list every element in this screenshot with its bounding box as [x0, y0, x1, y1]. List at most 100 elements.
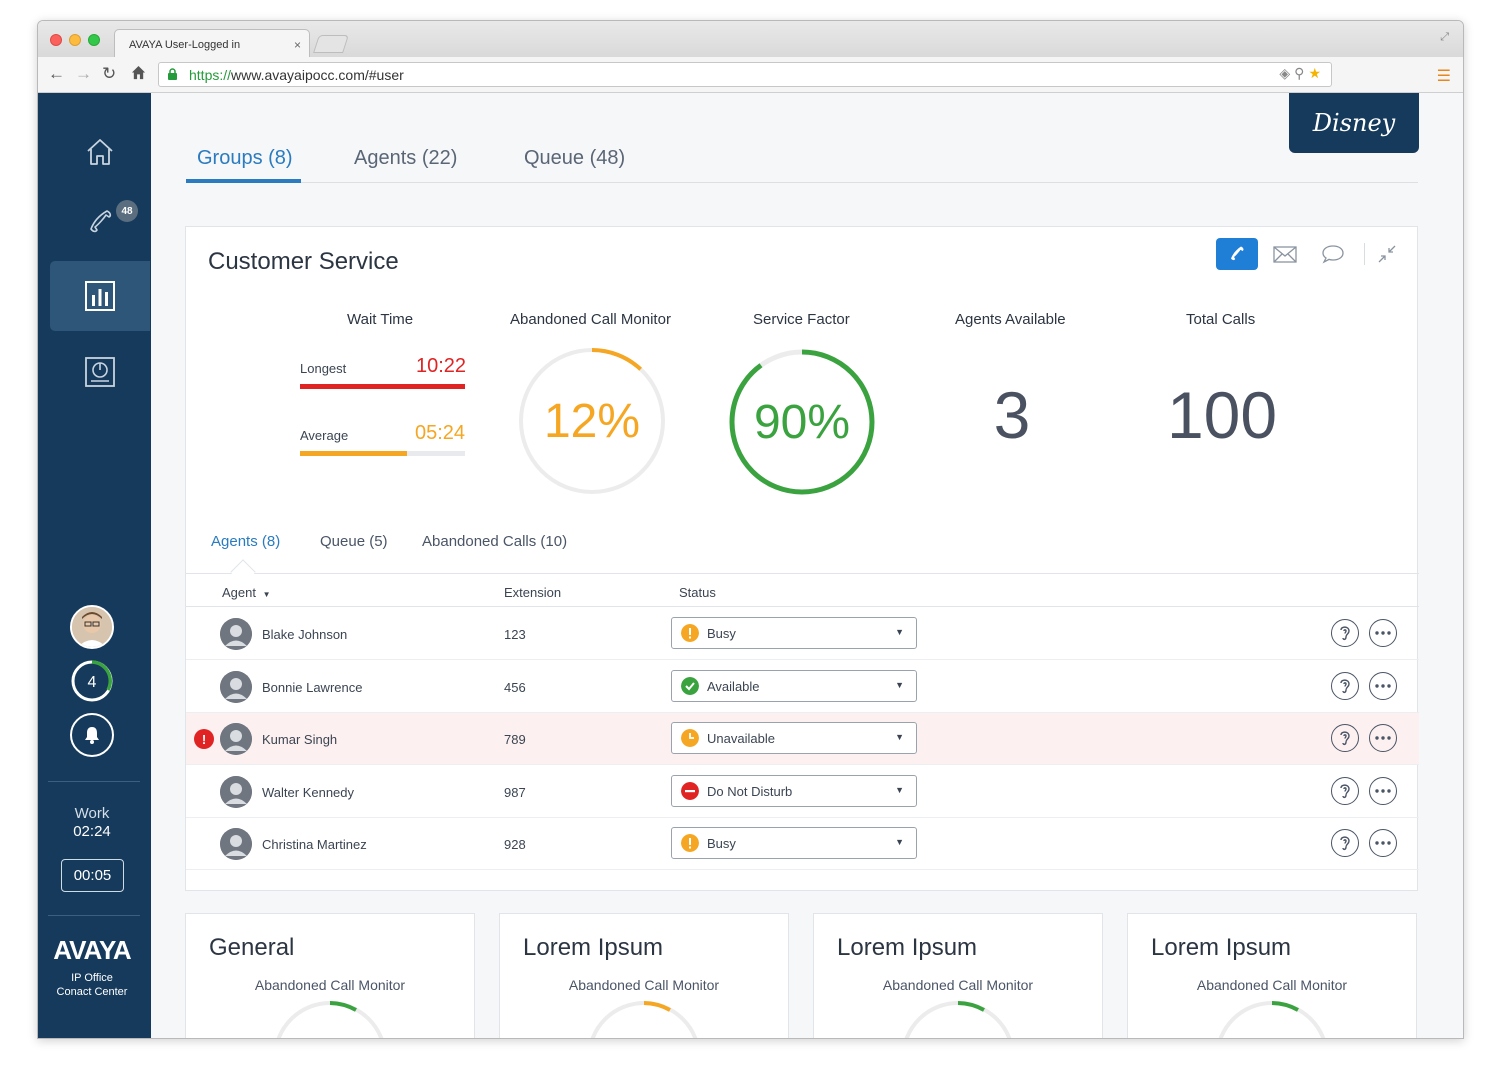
listen-button[interactable] — [1331, 829, 1359, 857]
home-browser-icon[interactable] — [131, 65, 146, 85]
home-icon — [87, 139, 113, 165]
service-factor-gauge: 90% — [729, 349, 875, 495]
subtab-queue[interactable]: Queue (5) — [320, 533, 388, 550]
zoom-icon[interactable]: ⚲ — [1294, 65, 1308, 81]
customer-service-card: Customer Service Wait Time Longest 10:22… — [185, 226, 1419, 891]
reload-icon[interactable]: ↻ — [102, 64, 116, 84]
tab-close-icon[interactable]: × — [294, 38, 301, 52]
listen-button[interactable] — [1331, 619, 1359, 647]
more-icon — [1375, 841, 1391, 845]
back-icon[interactable]: ← — [48, 64, 65, 84]
abandoned-label: Abandoned Call Monitor — [510, 311, 671, 328]
subtab-abandoned-calls[interactable]: Abandoned Calls (10) — [422, 533, 567, 550]
address-bar[interactable]: https://www.avayaipocc.com/#user ◈⚲★ — [158, 62, 1332, 87]
agent-avatar — [220, 828, 252, 860]
bell-icon — [85, 727, 99, 744]
listen-button[interactable] — [1331, 776, 1359, 805]
listen-icon — [1340, 678, 1350, 693]
listen-icon — [1340, 731, 1350, 746]
brand-logo: Disney — [1289, 93, 1419, 153]
queue-ring-indicator[interactable]: 4 — [70, 659, 114, 703]
sidebar-divider — [48, 781, 140, 782]
alert-icon: ! — [194, 729, 214, 749]
maximize-window-button[interactable] — [88, 34, 100, 46]
status-dropdown[interactable]: Do Not Disturb ▼ — [671, 774, 917, 807]
wait-time-label: Wait Time — [347, 311, 414, 328]
group-card-gauge — [276, 1001, 384, 1038]
listen-button[interactable] — [1331, 671, 1359, 700]
agent-avatar — [220, 618, 252, 650]
card-toolbar — [1210, 238, 1399, 270]
listen-button[interactable] — [1331, 724, 1359, 752]
more-options-button[interactable] — [1369, 619, 1397, 647]
app-sidebar: 48 4 Work 02:24 00:05 AVAYA IP Office Co… — [38, 93, 151, 1038]
status-dropdown[interactable]: Busy ▼ — [671, 827, 917, 859]
agent-extension: 456 — [504, 679, 526, 695]
close-window-button[interactable] — [50, 34, 62, 46]
sidebar-home[interactable] — [50, 117, 150, 187]
tab-groups[interactable]: Groups (8) — [197, 147, 293, 180]
sidebar-divider — [48, 915, 140, 916]
product-name: IP Office Conact Center — [38, 971, 146, 999]
active-subtab-notch — [230, 559, 256, 585]
agent-name: Bonnie Lawrence — [262, 679, 363, 695]
column-agent[interactable]: Agent ▼ — [222, 585, 271, 600]
status-dropdown[interactable]: Unavailable ▼ — [671, 722, 917, 754]
sidebar-dashboard[interactable] — [50, 261, 150, 331]
group-card-title: Lorem Ipsum — [523, 934, 664, 961]
browser-menu-icon[interactable]: ☰ — [1437, 66, 1451, 86]
group-summary-card[interactable]: Lorem Ipsum Abandoned Call Monitor — [813, 913, 1103, 1038]
status-value: Busy — [707, 626, 736, 641]
sidebar-reports[interactable] — [50, 337, 150, 407]
fullscreen-icon[interactable]: ⤢ — [1440, 31, 1449, 44]
chat-channel-button[interactable] — [1312, 238, 1354, 270]
agent-extension: 987 — [504, 784, 526, 800]
collapse-card-button[interactable] — [1375, 238, 1399, 270]
phone-channel-button[interactable] — [1216, 238, 1258, 270]
agent-name: Christina Martinez — [262, 837, 367, 852]
email-channel-button[interactable] — [1264, 238, 1306, 270]
group-summary-card[interactable]: General Abandoned Call Monitor — [185, 913, 475, 1038]
status-dropdown[interactable]: Available ▼ — [671, 669, 917, 702]
main-content: Groups (8) Agents (22) Queue (48) Disney… — [151, 93, 1463, 1038]
chat-icon — [1322, 245, 1344, 264]
status-dropdown[interactable]: Busy ▼ — [671, 617, 917, 649]
tab-queue[interactable]: Queue (48) — [524, 147, 625, 180]
minimize-window-button[interactable] — [69, 34, 81, 46]
user-avatar[interactable] — [70, 605, 114, 649]
group-card-title: Lorem Ipsum — [1151, 934, 1292, 961]
more-icon — [1375, 736, 1391, 740]
browser-tab[interactable]: AVAYA User-Logged in × — [114, 29, 310, 58]
top-tabs: Groups (8) Agents (22) Queue (48) — [186, 93, 1418, 183]
more-options-button[interactable] — [1369, 829, 1397, 857]
agent-name: Blake Johnson — [262, 627, 348, 642]
more-icon — [1375, 631, 1391, 635]
forward-icon[interactable]: → — [75, 64, 92, 84]
extension-icon[interactable]: ◈ — [1279, 65, 1294, 81]
status-icon — [681, 729, 699, 747]
tab-agents[interactable]: Agents (22) — [354, 147, 457, 180]
more-options-button[interactable] — [1369, 724, 1397, 752]
average-bar-fill — [300, 451, 408, 456]
subtab-agents[interactable]: Agents (8) — [211, 533, 280, 550]
agent-extension: 123 — [504, 627, 526, 642]
agent-extension: 789 — [504, 732, 526, 747]
more-options-button[interactable] — [1369, 671, 1397, 700]
sidebar-calls[interactable] — [50, 187, 150, 257]
group-card-gauge — [590, 1001, 698, 1038]
abandoned-value: 12% — [544, 395, 640, 448]
column-extension: Extension — [504, 585, 562, 600]
notifications-button[interactable] — [70, 713, 114, 757]
table-header-line — [186, 606, 1419, 607]
pie-report-icon — [85, 357, 115, 387]
product-line-1: IP Office — [71, 972, 113, 984]
group-summary-card[interactable]: Lorem Ipsum Abandoned Call Monitor — [1127, 913, 1417, 1038]
group-card-metric-label: Abandoned Call Monitor — [882, 977, 1034, 993]
star-icon[interactable]: ★ — [1308, 65, 1325, 81]
mail-icon — [1273, 245, 1297, 263]
group-summary-card[interactable]: Lorem Ipsum Abandoned Call Monitor — [499, 913, 789, 1038]
service-factor-value: 90% — [754, 396, 850, 449]
more-options-button[interactable] — [1369, 776, 1397, 805]
new-tab-button[interactable] — [313, 35, 349, 53]
service-factor-label: Service Factor — [753, 311, 850, 328]
